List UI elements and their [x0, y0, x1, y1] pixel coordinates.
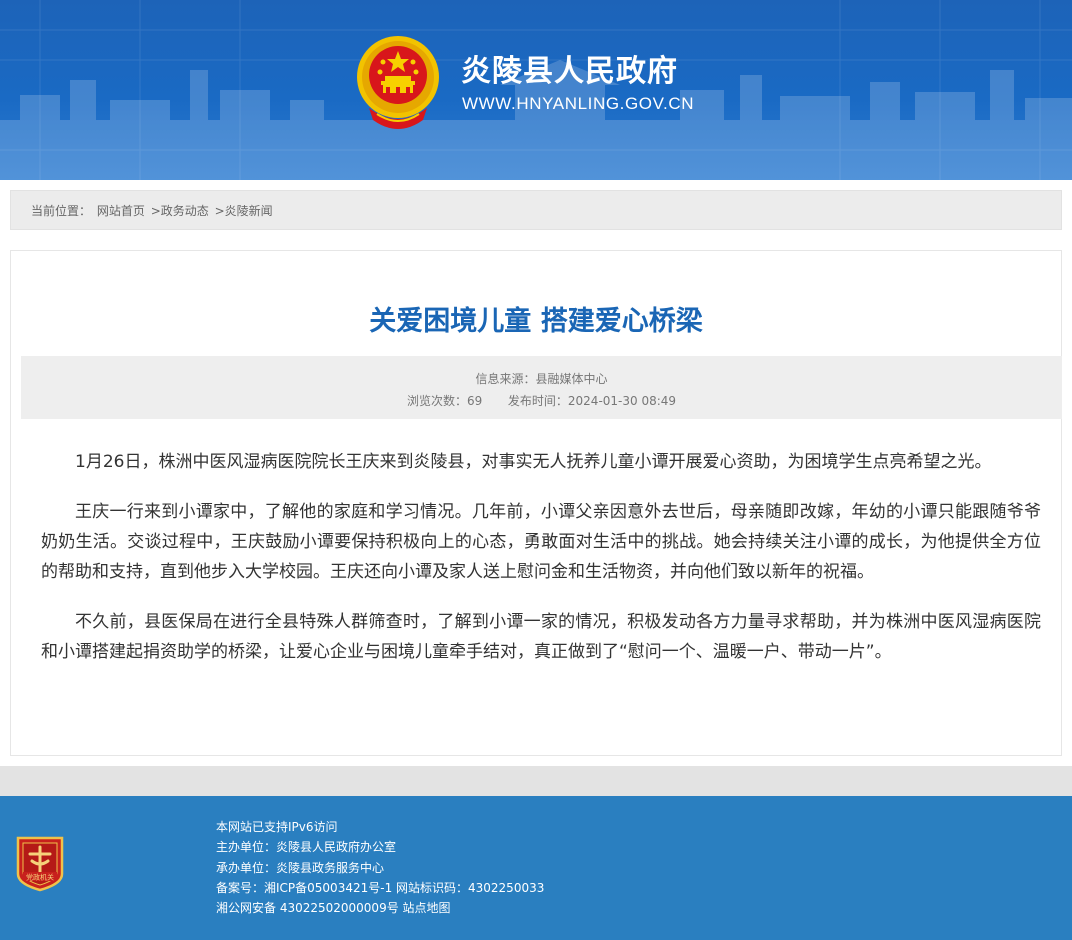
national-emblem-icon: [357, 36, 439, 129]
article-body: 1月26日，株洲中医风湿病医院院长王庆来到炎陵县，对事实无人抚养儿童小谭开展爱心…: [41, 447, 1041, 687]
breadcrumb-government-affairs-link[interactable]: >政务动态: [151, 204, 209, 218]
site-title: 炎陵县人民政府: [461, 54, 678, 89]
footer-police-link[interactable]: 湘公网安备 43022502000009号: [216, 901, 399, 915]
breadcrumb: 当前位置： 网站首页 >政务动态 >炎陵新闻: [10, 190, 1062, 230]
breadcrumb-prefix: 当前位置：: [31, 204, 92, 218]
footer-icp: 备案号：湘ICP备05003421号-1 网站标识码：4302250033: [216, 880, 545, 895]
views-label: 浏览次数：: [406, 394, 467, 408]
footer-police-row: 湘公网安备 43022502000009号 站点地图: [216, 898, 544, 918]
article-source: 信息来源：县融媒体中心: [475, 372, 608, 386]
published-date: 2024-01-30 08:49: [567, 394, 677, 408]
breadcrumb-yanling-news-link[interactable]: >炎陵新闻: [215, 204, 273, 218]
article-paragraph: 王庆一行来到小谭家中，了解他的家庭和学习情况。几年前，小谭父亲因意外去世后，母亲…: [41, 502, 1041, 582]
article-title: 关爱困境儿童 搭建爱心桥梁: [369, 306, 703, 337]
article-panel: 关爱困境儿童 搭建爱心桥梁 信息来源：县融媒体中心 浏览次数：69 发布时间：2…: [10, 250, 1062, 756]
footer-host: 主办单位：炎陵县人民政府办公室: [216, 840, 397, 855]
article-meta: 信息来源：县融媒体中心 浏览次数：69 发布时间：2024-01-30 08:4…: [21, 356, 1062, 419]
site-footer: 党政机关 本网站已支持IPv6访问 主办单位：炎陵县人民政府办公室 承办单位：炎…: [0, 796, 1072, 940]
footer-sitemap-link[interactable]: 站点地图: [403, 901, 451, 915]
lattice-decoration: [0, 0, 1072, 180]
views-count: 69: [466, 394, 483, 408]
article-paragraph: 不久前，县医保局在进行全县特殊人群筛查时，了解到小谭一家的情况，积极发动各方力量…: [41, 612, 1041, 662]
published-label: 发布时间：: [507, 394, 568, 408]
footer-organizer: 承办单位：炎陵县政务服务中心: [216, 860, 385, 875]
party-government-badge-icon[interactable]: 党政机关: [14, 832, 66, 892]
site-url: WWW.HNYANLING.GOV.CN: [462, 94, 695, 113]
footer-info: 本网站已支持IPv6访问 主办单位：炎陵县人民政府办公室 承办单位：炎陵县政务服…: [216, 817, 544, 918]
footer-ipv6: 本网站已支持IPv6访问: [216, 820, 338, 834]
article-paragraph: 1月26日，株洲中医风湿病医院院长王庆来到炎陵县，对事实无人抚养儿童小谭开展爱心…: [75, 452, 992, 472]
site-header: 炎陵县人民政府 WWW.HNYANLING.GOV.CN: [0, 0, 1072, 180]
badge-text: 党政机关: [26, 873, 54, 882]
footer-divider-band: [0, 766, 1072, 796]
breadcrumb-home-link[interactable]: 网站首页: [97, 204, 145, 218]
